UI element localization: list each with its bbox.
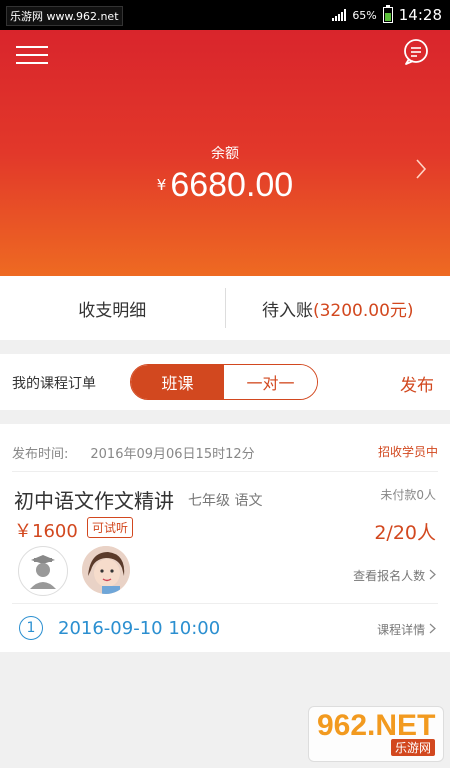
tab-one-on-one[interactable]: 一对一 — [224, 365, 317, 399]
income-expense-link[interactable]: 收支明细 — [0, 296, 225, 321]
signal-icon — [332, 9, 347, 21]
message-icon[interactable] — [402, 38, 430, 66]
status-icons: 65% 14:28 — [332, 5, 442, 25]
balance-value: 6680.00 — [170, 166, 294, 204]
pending-link[interactable]: 待入账(3200.00元) — [226, 296, 450, 321]
balance-header: 余额 ¥6680.00 — [0, 30, 450, 276]
watermark-text: 乐游网 www.962.net — [6, 6, 123, 26]
avatar-placeholder[interactable] — [18, 546, 68, 596]
ledger-row: 收支明细 待入账(3200.00元) — [0, 276, 450, 340]
tab-class[interactable]: 班课 — [131, 365, 224, 399]
course-card[interactable]: 发布时间: 2016年09月06日15时12分 招收学员中 初中语文作文精讲 七年… — [0, 424, 450, 652]
trial-badge: 可试听 — [87, 517, 134, 538]
orders-title: 我的课程订单 — [12, 376, 96, 392]
site-watermark-logo: 962.NET 乐游网 — [308, 706, 444, 762]
menu-icon[interactable] — [16, 44, 48, 66]
publish-time-value: 2016年09月06日15时12分 — [90, 447, 255, 462]
order-type-toggle: 班课 一对一 — [130, 364, 318, 400]
battery-percent: 65% — [352, 8, 377, 22]
course-meta: 七年级 语文 — [188, 490, 262, 510]
student-icon — [30, 555, 56, 589]
chevron-right-icon — [429, 569, 436, 580]
unpaid-count: 未付款0人 — [380, 488, 436, 502]
battery-icon — [382, 5, 393, 23]
status-bar: 乐游网 www.962.net 65% 14:28 — [0, 0, 450, 30]
session-number: 1 — [19, 616, 43, 640]
session-time: 2016-09-10 10:00 — [58, 618, 221, 639]
logo-main-text: 962.NET — [317, 709, 436, 742]
avatar[interactable] — [82, 546, 130, 594]
divider — [12, 471, 438, 472]
course-subject: 语文 — [234, 493, 263, 509]
orders-toolbar: 我的课程订单 班课 一对一 发布 — [0, 354, 450, 410]
pending-label: 待入账 — [261, 300, 313, 321]
course-detail-label: 课程详情 — [377, 623, 426, 637]
chevron-right-icon[interactable] — [414, 158, 428, 180]
chevron-right-icon — [429, 623, 436, 634]
publish-time-label: 发布时间: — [12, 447, 69, 462]
course-price: ￥1600 — [14, 521, 78, 542]
student-photo — [82, 546, 130, 594]
logo-sub-text: 乐游网 — [390, 739, 435, 756]
status-badge: 招收学员中 — [377, 445, 438, 459]
divider — [12, 603, 438, 604]
publish-button[interactable]: 发布 — [400, 371, 434, 396]
course-title: 初中语文作文精讲 — [14, 489, 174, 513]
course-grade: 七年级 — [188, 493, 230, 509]
balance-amount: ¥6680.00 — [0, 166, 450, 205]
pending-amount: (3200.00元) — [312, 300, 414, 321]
currency-symbol: ¥ — [156, 176, 167, 194]
clock: 14:28 — [398, 6, 442, 24]
view-enrollment-link[interactable]: 查看报名人数 — [353, 567, 436, 584]
view-enrollment-label: 查看报名人数 — [353, 569, 426, 583]
publish-time-row: 发布时间: 2016年09月06日15时12分 — [12, 443, 255, 462]
enrollment-count: 2/20人 — [374, 522, 436, 544]
course-detail-link[interactable]: 课程详情 — [377, 621, 436, 638]
balance-label: 余额 — [211, 146, 239, 162]
